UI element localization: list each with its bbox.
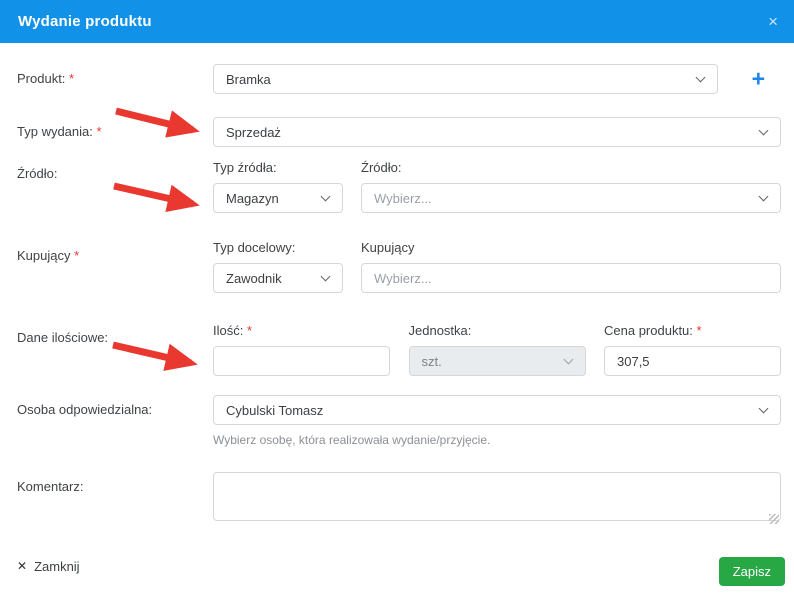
- osoba-label: Osoba odpowiedzialna:: [17, 402, 153, 417]
- required-asterisk: *: [696, 323, 702, 338]
- chevron-down-icon: [758, 403, 769, 414]
- close-button[interactable]: ✕ Zamknij: [17, 558, 80, 574]
- komentarz-label: Komentarz:: [17, 479, 84, 494]
- chevron-down-icon: [563, 354, 573, 365]
- typ-wydania-label: Typ wydania: *: [17, 124, 102, 139]
- product-select[interactable]: Bramka: [213, 64, 718, 94]
- source-type-select[interactable]: Magazyn: [213, 183, 343, 213]
- kupujacy-row-label: Kupujący *: [17, 248, 80, 263]
- unit-label: Jednostka:: [408, 323, 472, 338]
- issue-product-modal: Wydanie produktu × Produkt: * Bramka + T…: [0, 0, 794, 603]
- zrodlo-row-label: Źródło:: [17, 166, 58, 181]
- price-input[interactable]: [604, 346, 781, 376]
- chevron-down-icon: [758, 191, 769, 202]
- quantity-input[interactable]: [213, 346, 390, 376]
- resize-handle-icon[interactable]: [769, 514, 779, 524]
- unit-select: szt.: [408, 346, 586, 376]
- chevron-down-icon: [320, 271, 331, 282]
- chevron-down-icon: [320, 191, 331, 202]
- buyer-type-label: Typ docelowy:: [213, 240, 296, 255]
- required-asterisk: *: [246, 323, 253, 338]
- save-button[interactable]: Zapisz: [718, 557, 785, 586]
- issue-type-select[interactable]: Sprzedaż: [213, 117, 781, 147]
- chevron-down-icon: [758, 125, 769, 136]
- buyer-input[interactable]: [361, 263, 781, 293]
- quantity-label: Ilość: *: [213, 323, 253, 338]
- buyer-label: Kupujący: [361, 240, 415, 255]
- buyer-type-select[interactable]: Zawodnik: [213, 263, 343, 293]
- annotation-arrow-quantity: [112, 341, 198, 371]
- dane-ilosciowe-label: Dane ilościowe:: [17, 330, 109, 345]
- produkt-label: Produkt: *: [17, 71, 75, 86]
- add-product-button[interactable]: +: [752, 67, 765, 91]
- required-asterisk: *: [96, 124, 102, 139]
- close-button-label: Zamknij: [34, 558, 80, 574]
- source-label: Źródło:: [361, 160, 402, 175]
- chevron-down-icon: [695, 72, 706, 83]
- modal-header: Wydanie produktu ×: [0, 0, 794, 43]
- annotation-arrow-source-type: [113, 182, 200, 213]
- source-type-label: Typ źródła:: [213, 160, 277, 175]
- modal-title: Wydanie produktu: [18, 13, 152, 30]
- close-x-icon: ✕: [17, 559, 28, 573]
- price-label: Cena produktu: *: [604, 323, 702, 338]
- responsible-person-select[interactable]: Cybulski Tomasz: [213, 395, 781, 425]
- required-asterisk: *: [69, 71, 75, 86]
- responsible-person-helper-text: Wybierz osobę, która realizowała wydanie…: [213, 433, 491, 447]
- source-select[interactable]: Wybierz...: [361, 183, 781, 213]
- comment-textarea[interactable]: [213, 472, 781, 521]
- required-asterisk: *: [74, 248, 80, 263]
- close-icon[interactable]: ×: [768, 13, 778, 30]
